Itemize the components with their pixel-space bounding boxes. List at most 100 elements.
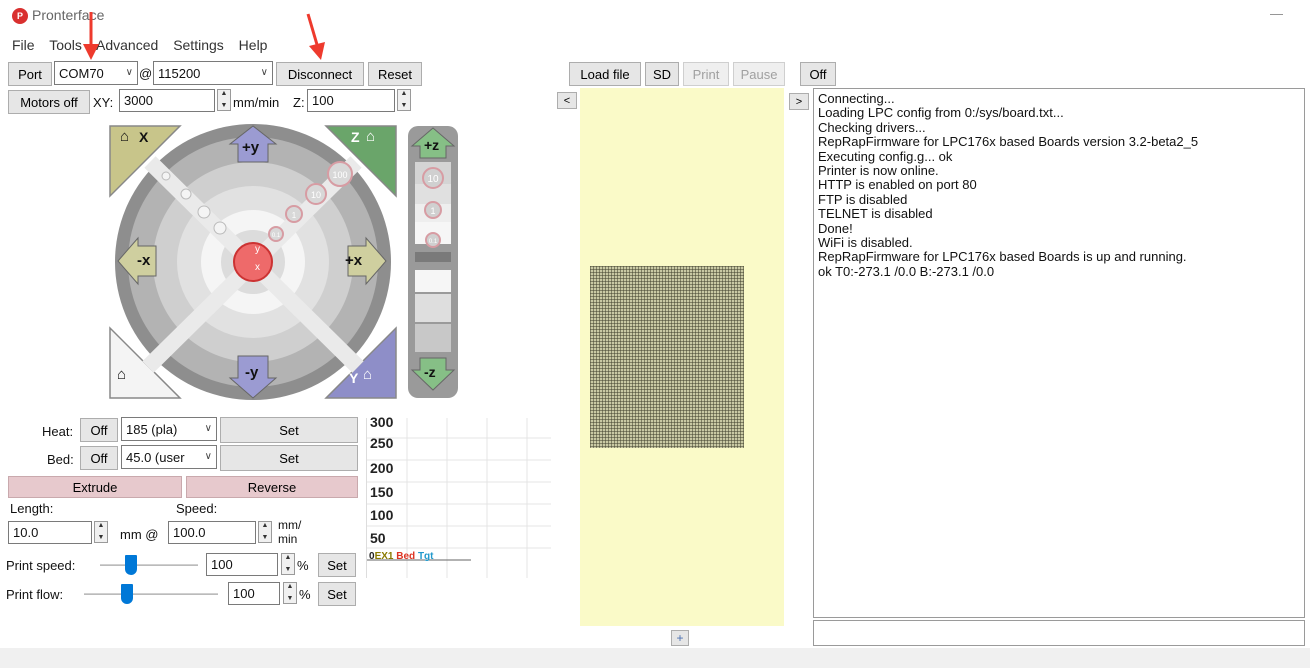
- reverse-button[interactable]: Reverse: [186, 476, 358, 498]
- jog-center-button[interactable]: [233, 242, 273, 282]
- load-file-button[interactable]: Load file: [569, 62, 641, 86]
- home-y-label: Y: [349, 370, 359, 386]
- xy-label: XY:: [93, 95, 114, 110]
- console-log[interactable]: Connecting... Loading LPC config from 0:…: [813, 88, 1305, 618]
- bed-label: Bed:: [47, 452, 74, 467]
- print-speed-slider[interactable]: [100, 564, 198, 566]
- pause-button[interactable]: Pause: [733, 62, 785, 86]
- print-speed-input[interactable]: 100: [206, 553, 278, 576]
- print-flow-thumb[interactable]: [120, 584, 133, 604]
- port-button[interactable]: Port: [8, 62, 52, 86]
- print-speed-pct: %: [297, 558, 309, 573]
- temperature-graph: 300 250 200 150 100 50 0EX1 Bed Tgt: [366, 414, 551, 578]
- print-button[interactable]: Print: [683, 62, 729, 86]
- z-label: Z:: [293, 95, 305, 110]
- collapse-right-button[interactable]: >: [789, 93, 809, 110]
- heat-label: Heat:: [42, 424, 74, 439]
- center-y-label: y: [255, 244, 260, 255]
- step-label-100: 100: [332, 170, 347, 180]
- menu-settings[interactable]: Settings: [173, 37, 224, 53]
- sd-button[interactable]: SD: [645, 62, 679, 86]
- bed-set-button[interactable]: Set: [220, 445, 358, 471]
- plus-y-label: +y: [242, 139, 260, 156]
- legend-ex1: EX1: [374, 551, 394, 562]
- graph-tick-300: 300: [370, 414, 394, 430]
- print-flow-slider[interactable]: [84, 593, 218, 595]
- build-plate-view[interactable]: [580, 88, 784, 626]
- xy-feedrate-input[interactable]: 3000: [119, 89, 215, 112]
- speed-units-2: min: [278, 532, 298, 546]
- menu-file[interactable]: File: [12, 37, 35, 53]
- print-speed-set-button[interactable]: Set: [318, 553, 356, 577]
- window-title: Pronterface: [32, 7, 105, 23]
- bed-off-button[interactable]: Off: [80, 446, 118, 470]
- command-input[interactable]: [813, 620, 1305, 646]
- baud-select[interactable]: 115200 ∨: [153, 61, 273, 85]
- graph-tick-100: 100: [370, 507, 394, 523]
- menu-bar: File Tools Advanced Settings Help: [12, 37, 278, 53]
- minus-z-label: -z: [424, 364, 436, 380]
- menu-advanced[interactable]: Advanced: [96, 37, 158, 53]
- speed-spinner[interactable]: ▲ ▼: [258, 521, 272, 543]
- disconnect-button[interactable]: Disconnect: [276, 62, 364, 86]
- chevron-down-icon: ∨: [125, 67, 133, 78]
- print-flow-input[interactable]: 100: [228, 582, 280, 605]
- extrude-button[interactable]: Extrude: [8, 476, 182, 498]
- step-label-10: 10: [311, 190, 321, 200]
- home-z-label: Z: [351, 129, 360, 145]
- off-button[interactable]: Off: [800, 62, 836, 86]
- log-line: Checking drivers...: [818, 119, 926, 135]
- log-line: Done!: [818, 220, 853, 236]
- plus-x-label: +x: [345, 252, 363, 269]
- heat-off-button[interactable]: Off: [80, 418, 118, 442]
- speed-units-1: mm/: [278, 518, 302, 532]
- log-line: WiFi is disabled.: [818, 235, 913, 251]
- print-flow-set-button[interactable]: Set: [318, 582, 356, 606]
- menu-help[interactable]: Help: [239, 37, 268, 53]
- graph-tick-200: 200: [370, 460, 394, 476]
- z-step-label-0-1: 0.1: [429, 239, 438, 245]
- reset-button[interactable]: Reset: [368, 62, 422, 86]
- status-bar: [0, 648, 1310, 668]
- graph-legend: 0EX1 Bed Tgt: [369, 551, 433, 562]
- minimize-button[interactable]: —: [1270, 6, 1283, 21]
- step-label-0-1: 0.1: [272, 233, 281, 239]
- chevron-down-icon: ∨: [260, 67, 268, 78]
- z-feedrate-input[interactable]: 100: [307, 89, 395, 112]
- length-label: Length:: [10, 501, 54, 516]
- house-icon: ⌂: [363, 366, 373, 383]
- print-flow-spinner[interactable]: ▲ ▼: [283, 582, 297, 604]
- jog-control[interactable]: 100 10 1 0.1 10 1 0.1: [108, 122, 464, 404]
- graph-tick-50: 50: [370, 530, 386, 546]
- collapse-left-button[interactable]: <: [557, 92, 577, 109]
- print-speed-spinner[interactable]: ▲ ▼: [281, 553, 295, 575]
- length-input[interactable]: 10.0: [8, 521, 92, 544]
- app-logo-icon: P: [12, 8, 28, 24]
- house-icon: ⌂: [120, 128, 130, 145]
- port-select[interactable]: COM70 ∨: [54, 61, 138, 85]
- graph-tick-250: 250: [370, 435, 394, 451]
- speed-label: Speed:: [176, 501, 218, 516]
- graph-tick-150: 150: [370, 484, 394, 500]
- bed-temp-select[interactable]: 45.0 (user ∨: [121, 445, 217, 469]
- heat-set-button[interactable]: Set: [220, 417, 358, 443]
- z-step-label-1: 1: [430, 206, 435, 216]
- log-line: Connecting...: [818, 91, 895, 106]
- motors-off-button[interactable]: Motors off: [8, 90, 90, 114]
- at-label: @: [139, 66, 153, 81]
- z-step-label-10: 10: [427, 174, 439, 185]
- step-label-1: 1: [292, 211, 297, 220]
- xy-units: mm/min: [233, 95, 280, 110]
- print-speed-thumb[interactable]: [125, 555, 138, 575]
- length-spinner[interactable]: ▲ ▼: [94, 521, 108, 543]
- menu-tools[interactable]: Tools: [49, 37, 82, 53]
- add-button[interactable]: +: [671, 630, 689, 646]
- chevron-down-icon: ∨: [204, 423, 212, 434]
- legend-bed: Bed: [396, 551, 416, 562]
- home-x-label: X: [139, 129, 149, 145]
- z-feedrate-spinner[interactable]: ▲ ▼: [397, 89, 411, 111]
- xy-feedrate-spinner[interactable]: ▲ ▼: [217, 89, 231, 111]
- house-icon: ⌂: [117, 366, 127, 383]
- speed-input[interactable]: 100.0: [168, 521, 256, 544]
- heat-temp-select[interactable]: 185 (pla) ∨: [121, 417, 217, 441]
